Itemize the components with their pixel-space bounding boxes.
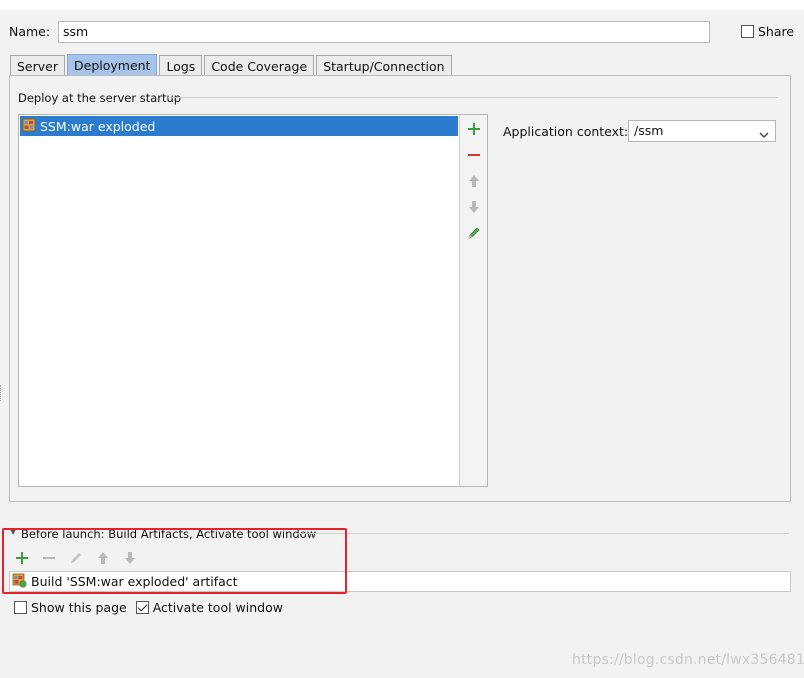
show-this-page-label: Show this page bbox=[31, 600, 127, 615]
application-context-value: /ssm bbox=[634, 123, 664, 138]
chevron-down-icon bbox=[759, 127, 769, 143]
collapse-caret-icon[interactable]: ▼ bbox=[10, 527, 16, 536]
list-item-label: Build 'SSM:war exploded' artifact bbox=[31, 574, 238, 589]
list-item-label: SSM:war exploded bbox=[40, 118, 156, 134]
tab-code-coverage[interactable]: Code Coverage bbox=[204, 55, 315, 76]
artifact-icon bbox=[22, 118, 36, 135]
move-down-icon[interactable] bbox=[466, 199, 482, 215]
name-input[interactable]: ssm bbox=[58, 21, 710, 43]
remove-icon[interactable] bbox=[466, 147, 482, 163]
application-context-select[interactable]: /ssm bbox=[628, 120, 776, 142]
build-artifact-icon bbox=[12, 573, 27, 591]
splitter-grip[interactable] bbox=[0, 385, 3, 401]
show-this-page-checkbox[interactable] bbox=[14, 601, 27, 614]
name-label: Name: bbox=[9, 24, 51, 39]
tab-bar: Server Deployment Logs Code Coverage Sta… bbox=[10, 53, 454, 77]
add-icon[interactable] bbox=[466, 121, 482, 137]
before-launch-toolbar bbox=[13, 549, 138, 567]
list-item[interactable]: Build 'SSM:war exploded' artifact bbox=[9, 571, 791, 592]
deploy-section-divider bbox=[168, 97, 778, 98]
move-up-icon[interactable] bbox=[94, 550, 111, 567]
activate-tool-window-checkbox[interactable] bbox=[135, 601, 149, 614]
deploy-section-title: Deploy at the server startup bbox=[18, 91, 182, 105]
application-context-label: Application context: bbox=[503, 124, 629, 139]
tab-logs[interactable]: Logs bbox=[159, 55, 203, 76]
deploy-toolbar bbox=[459, 114, 488, 487]
remove-icon[interactable] bbox=[40, 550, 57, 567]
activate-tool-window-label: Activate tool window bbox=[152, 600, 283, 615]
share-checkbox[interactable]: Share bbox=[741, 24, 794, 39]
watermark: https://blog.csdn.net/lwx356481 bbox=[572, 652, 804, 668]
list-item[interactable]: SSM:war exploded bbox=[20, 116, 458, 136]
share-checkbox-box[interactable] bbox=[741, 25, 754, 38]
tab-server[interactable]: Server bbox=[10, 55, 65, 76]
deploy-list[interactable]: SSM:war exploded bbox=[18, 114, 460, 487]
before-launch-title: Before launch: Build Artifacts, Activate… bbox=[21, 527, 317, 541]
share-label: Share bbox=[758, 24, 795, 39]
tab-deployment[interactable]: Deployment bbox=[67, 54, 158, 77]
top-strip bbox=[0, 0, 804, 10]
edit-icon[interactable] bbox=[67, 550, 84, 567]
move-down-icon[interactable] bbox=[121, 550, 138, 567]
launch-options: Show this page Activate tool window bbox=[14, 600, 288, 615]
tab-startup-connection[interactable]: Startup/Connection bbox=[316, 55, 452, 76]
move-up-icon[interactable] bbox=[466, 173, 482, 189]
add-icon[interactable] bbox=[13, 550, 30, 567]
before-launch-divider bbox=[296, 533, 789, 534]
edit-icon[interactable] bbox=[466, 225, 482, 241]
